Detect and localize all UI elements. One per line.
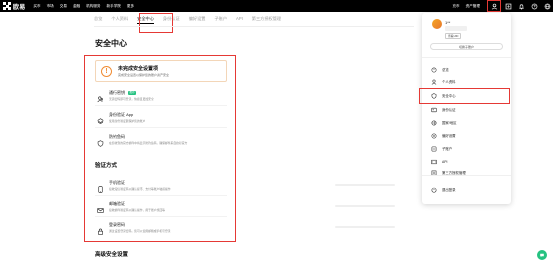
mail-icon [97, 201, 105, 213]
account-dropdown: 1** 查看UID 切换子账户 总览 个人资料 安全中心 身份认证 国家/地区 … [422, 13, 511, 204]
warning-title: 未完成安全设置项 [118, 66, 159, 72]
recommended-badge: 推荐 [128, 91, 137, 95]
nav-item-more[interactable]: 更多 [127, 4, 134, 9]
nav-item-buy[interactable]: 买币 [33, 4, 40, 9]
profile-icon [430, 78, 437, 85]
email-verify-desc: 接收邮件验证码以确认操作，用于账户找回等 [109, 208, 165, 212]
passkey-icon [97, 90, 105, 103]
account-sub-placeholder [445, 26, 467, 31]
passkey-label: 通行密钥 [109, 90, 125, 95]
logo-text: 欧易 [13, 4, 26, 11]
sub-account-icon [430, 145, 437, 152]
anti-phishing-item[interactable]: 防钓鱼码 在您收到的官方邮件中将显示防钓鱼码，确保邮件来自欧易官方 [97, 134, 188, 147]
divider [422, 57, 511, 58]
dropdown-item-preferences[interactable]: 偏好设置 [430, 131, 456, 140]
chat-icon [540, 253, 544, 257]
tab-profile[interactable]: 个人资料 [111, 15, 128, 23]
tab-preferences[interactable]: 偏好设置 [189, 15, 206, 23]
phone-verify-item[interactable]: 手机验证 接收短信验证码以确认提币、支付等账户敏感操作 [97, 180, 171, 193]
uid-tag[interactable]: 查看UID [445, 33, 462, 39]
bell-icon[interactable] [515, 0, 527, 12]
warning-desc: 完成安全设置以保护您的账户资产安全 [118, 73, 170, 77]
login-password-desc: 通过设置登录密码，您可以使用邮箱或手机号登录 [109, 229, 171, 233]
phone-verify-label: 手机验证 [109, 180, 125, 185]
verify-section-title: 验证方式 [95, 163, 118, 169]
id-card-icon [430, 106, 437, 113]
tab-third-party[interactable]: 第三方授权管理 [252, 15, 281, 23]
dropdown-item-sub-account[interactable]: 子账户 [430, 144, 452, 153]
anti-phishing-icon [97, 134, 105, 147]
placeholder-bar [335, 226, 395, 228]
passkey-desc: 无需密码即可登录，快捷且更加安全 [109, 97, 154, 101]
deposit-link[interactable]: 充币 [452, 4, 459, 9]
globe-icon[interactable] [541, 0, 553, 12]
nav-item-academy[interactable]: 新手学院 [107, 4, 121, 9]
overview-icon [430, 66, 437, 73]
advanced-section-title: 高级安全设置 [95, 252, 129, 258]
dropdown-highlight-box [419, 88, 510, 104]
globe-icon [430, 119, 437, 126]
tab-sub-account[interactable]: 子账户 [214, 15, 227, 23]
authenticator-label: 身份验证 App [109, 112, 134, 117]
tabs-divider [94, 26, 414, 27]
avatar [432, 19, 442, 29]
chat-support-button[interactable] [537, 250, 547, 260]
divider [422, 175, 511, 176]
nav-item-institution[interactable]: 机构服务 [86, 4, 100, 9]
nav-item-finance[interactable]: 金融 [73, 4, 80, 9]
authenticator-icon [97, 112, 105, 124]
phone-verify-desc: 接收短信验证码以确认提币、支付等账户敏感操作 [109, 187, 171, 191]
divider [95, 127, 227, 128]
dropdown-item-overview[interactable]: 总览 [430, 65, 449, 74]
tab-overview[interactable]: 总览 [94, 15, 102, 23]
placeholder-bar [335, 205, 395, 207]
passkey-item[interactable]: 通行密钥 推荐 无需密码即可登录，快捷且更加安全 [97, 90, 154, 103]
anti-phishing-desc: 在您收到的官方邮件中将显示防钓鱼码，确保邮件来自欧易官方 [109, 141, 188, 145]
placeholder-bar [335, 184, 395, 186]
dropdown-item-logout[interactable]: 退出登录 [430, 185, 456, 194]
assets-menu[interactable]: 资产管理 [466, 4, 480, 9]
authenticator-desc: 使用身份验证器保护您的账户 [109, 119, 146, 123]
divider [95, 216, 227, 217]
authenticator-item[interactable]: 身份验证 App 使用身份验证器保护您的账户 [97, 112, 146, 124]
logo-icon [3, 2, 11, 10]
preferences-icon [430, 132, 437, 139]
divider [95, 195, 227, 196]
warning-banner: ! 未完成安全设置项 完成安全设置以保护您的账户资产安全 [95, 60, 227, 82]
dropdown-item-api[interactable]: API [430, 157, 447, 166]
lock-icon [97, 222, 105, 235]
email-verify-label: 邮箱验证 [109, 201, 125, 206]
top-nav: 欧易 买币 市场 交易 金融 机构服务 新手学院 更多 充币 资产管理 [0, 0, 553, 12]
login-password-item[interactable]: 登录密码 通过设置登录密码，您可以使用邮箱或手机号登录 [97, 222, 171, 235]
logo[interactable]: 欧易 [3, 0, 25, 12]
user-icon[interactable] [487, 0, 501, 12]
account-name: 1** [445, 20, 451, 25]
dropdown-item-profile[interactable]: 个人资料 [430, 77, 456, 86]
help-icon[interactable] [528, 0, 540, 12]
dropdown-item-region[interactable]: 国家/地区 [430, 118, 457, 127]
tab-highlight-box [139, 13, 173, 33]
page-title: 安全中心 [95, 39, 127, 48]
security-highlight-box [84, 55, 236, 242]
nav-item-market[interactable]: 市场 [47, 4, 54, 9]
logout-icon [430, 186, 437, 193]
account-tabs: 总览 个人资料 安全中心 身份认证 偏好设置 子账户 API 第三方授权管理 [94, 15, 281, 24]
tab-api[interactable]: API [236, 15, 243, 23]
nav-item-trade[interactable]: 交易 [60, 4, 67, 9]
email-verify-item[interactable]: 邮箱验证 接收邮件验证码以确认操作，用于账户找回等 [97, 201, 165, 213]
switch-sub-account-button[interactable]: 切换子账户 [430, 43, 503, 50]
anti-phishing-label: 防钓鱼码 [109, 134, 125, 139]
api-icon [430, 158, 437, 165]
download-icon[interactable] [502, 0, 514, 12]
divider [95, 105, 227, 106]
phone-icon [97, 180, 105, 193]
login-password-label: 登录密码 [109, 222, 125, 227]
dropdown-item-verification[interactable]: 身份认证 [430, 105, 456, 114]
warning-icon: ! [101, 65, 112, 77]
